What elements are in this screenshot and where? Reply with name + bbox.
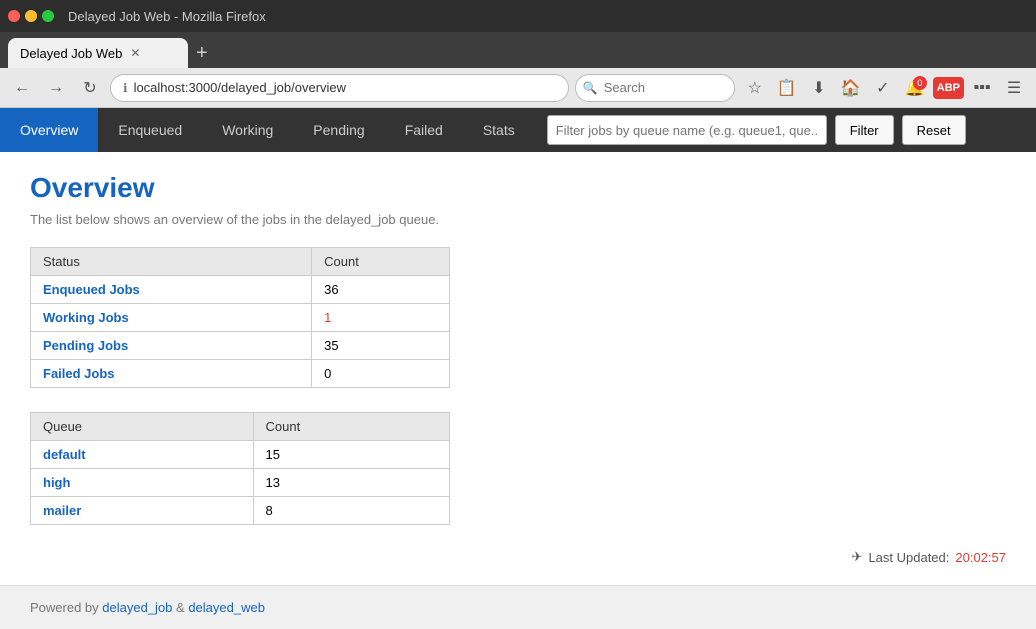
browser-tabs-bar: Delayed Job Web ✕ + (0, 32, 1036, 68)
tab-pending[interactable]: Pending (293, 108, 384, 152)
table-row: mailer 8 (31, 497, 450, 525)
status-table: Status Count Enqueued Jobs 36 Working Jo… (30, 247, 450, 388)
failed-jobs-link[interactable]: Failed Jobs (43, 366, 115, 381)
close-button[interactable] (8, 10, 20, 22)
tab-failed[interactable]: Failed (385, 108, 463, 152)
bookmark-star-button[interactable]: ☆ (741, 74, 769, 102)
queue-cell: default (31, 441, 254, 469)
status-cell: Failed Jobs (31, 360, 312, 388)
search-container: 🔍 (575, 74, 735, 102)
high-queue-link[interactable]: high (43, 475, 70, 490)
tab-overview[interactable]: Overview (0, 108, 98, 152)
working-count: 1 (324, 310, 331, 325)
queue-count-cell: 13 (253, 469, 449, 497)
last-updated-label: Last Updated: (868, 550, 949, 565)
new-tab-button[interactable]: + (188, 38, 216, 68)
table-row: Failed Jobs 0 (31, 360, 450, 388)
close-tab-icon[interactable]: ✕ (130, 46, 140, 60)
count-cell: 36 (312, 276, 450, 304)
reload-button[interactable]: ↻ (76, 74, 104, 102)
filter-button[interactable]: Filter (835, 115, 894, 145)
queue-count-cell: 8 (253, 497, 449, 525)
back-button[interactable]: ← (8, 74, 36, 102)
tab-working[interactable]: Working (202, 108, 293, 152)
footer-text: Powered by (30, 600, 99, 615)
notification-badge: 0 (913, 76, 927, 90)
abp-button[interactable]: ABP (933, 77, 964, 99)
filter-input[interactable] (547, 115, 827, 145)
table-row: high 13 (31, 469, 450, 497)
mailer-queue-link[interactable]: mailer (43, 503, 81, 518)
home-button[interactable]: 🏠 (837, 74, 865, 102)
queue-table: Queue Count default 15 high 13 mailer 8 (30, 412, 450, 525)
delayed-job-link[interactable]: delayed_job (102, 600, 172, 615)
count-col-header: Count (312, 248, 450, 276)
tab-enqueued[interactable]: Enqueued (98, 108, 202, 152)
download-button[interactable]: ⬇ (805, 74, 833, 102)
page-title: Overview (30, 172, 1006, 204)
delayed-web-link[interactable]: delayed_web (188, 600, 265, 615)
working-jobs-link[interactable]: Working Jobs (43, 310, 129, 325)
send-icon: ✈ (852, 549, 863, 565)
info-icon: ℹ (123, 81, 128, 95)
minimize-button[interactable] (25, 10, 37, 22)
last-updated: ✈ Last Updated: 20:02:57 (30, 549, 1006, 565)
app-nav-tabs: Overview Enqueued Working Pending Failed… (0, 108, 535, 152)
address-bar[interactable]: ℹ localhost:3000/delayed_job/overview (110, 74, 569, 102)
enqueued-jobs-link[interactable]: Enqueued Jobs (43, 282, 140, 297)
status-cell: Working Jobs (31, 304, 312, 332)
search-icon: 🔍 (583, 81, 598, 95)
window-controls (8, 10, 54, 22)
maximize-button[interactable] (42, 10, 54, 22)
pending-jobs-link[interactable]: Pending Jobs (43, 338, 128, 353)
active-browser-tab[interactable]: Delayed Job Web ✕ (8, 38, 188, 68)
queue-count-cell: 15 (253, 441, 449, 469)
queue-cell: high (31, 469, 254, 497)
table-row: Enqueued Jobs 36 (31, 276, 450, 304)
page-content: Overview The list below shows an overvie… (0, 152, 1036, 585)
table-row: default 15 (31, 441, 450, 469)
status-cell: Pending Jobs (31, 332, 312, 360)
count-cell: 35 (312, 332, 450, 360)
count-col-header2: Count (253, 413, 449, 441)
browser-search-input[interactable] (575, 74, 735, 102)
clipboard-button[interactable]: 📋 (773, 74, 801, 102)
notifications-button[interactable]: 🔔 0 (901, 74, 929, 102)
nav-icons: ☆ 📋 ⬇ 🏠 ✓ 🔔 0 ABP ▪▪▪ ☰ (741, 74, 1028, 102)
extensions-button[interactable]: ▪▪▪ (968, 74, 996, 102)
last-updated-time: 20:02:57 (955, 550, 1006, 565)
window-title: Delayed Job Web - Mozilla Firefox (68, 9, 266, 24)
menu-button[interactable]: ☰ (1000, 74, 1028, 102)
table-row: Pending Jobs 35 (31, 332, 450, 360)
page-footer: Powered by delayed_job & delayed_web (0, 585, 1036, 629)
address-text: localhost:3000/delayed_job/overview (134, 80, 346, 95)
queue-cell: mailer (31, 497, 254, 525)
count-cell: 0 (312, 360, 450, 388)
count-cell: 1 (312, 304, 450, 332)
page-subtitle: The list below shows an overview of the … (30, 212, 1006, 227)
status-col-header: Status (31, 248, 312, 276)
table-row: Working Jobs 1 (31, 304, 450, 332)
queue-col-header: Queue (31, 413, 254, 441)
default-queue-link[interactable]: default (43, 447, 86, 462)
footer-separator: & (176, 600, 188, 615)
app-navbar: Overview Enqueued Working Pending Failed… (0, 108, 1036, 152)
browser-titlebar: Delayed Job Web - Mozilla Firefox (0, 0, 1036, 32)
browser-navbar: ← → ↻ ℹ localhost:3000/delayed_job/overv… (0, 68, 1036, 108)
status-cell: Enqueued Jobs (31, 276, 312, 304)
filter-area: Filter Reset (547, 115, 1036, 145)
forward-button[interactable]: → (42, 74, 70, 102)
reset-button[interactable]: Reset (902, 115, 966, 145)
tab-label: Delayed Job Web (20, 46, 122, 61)
tab-stats[interactable]: Stats (463, 108, 535, 152)
pocket-button[interactable]: ✓ (869, 74, 897, 102)
